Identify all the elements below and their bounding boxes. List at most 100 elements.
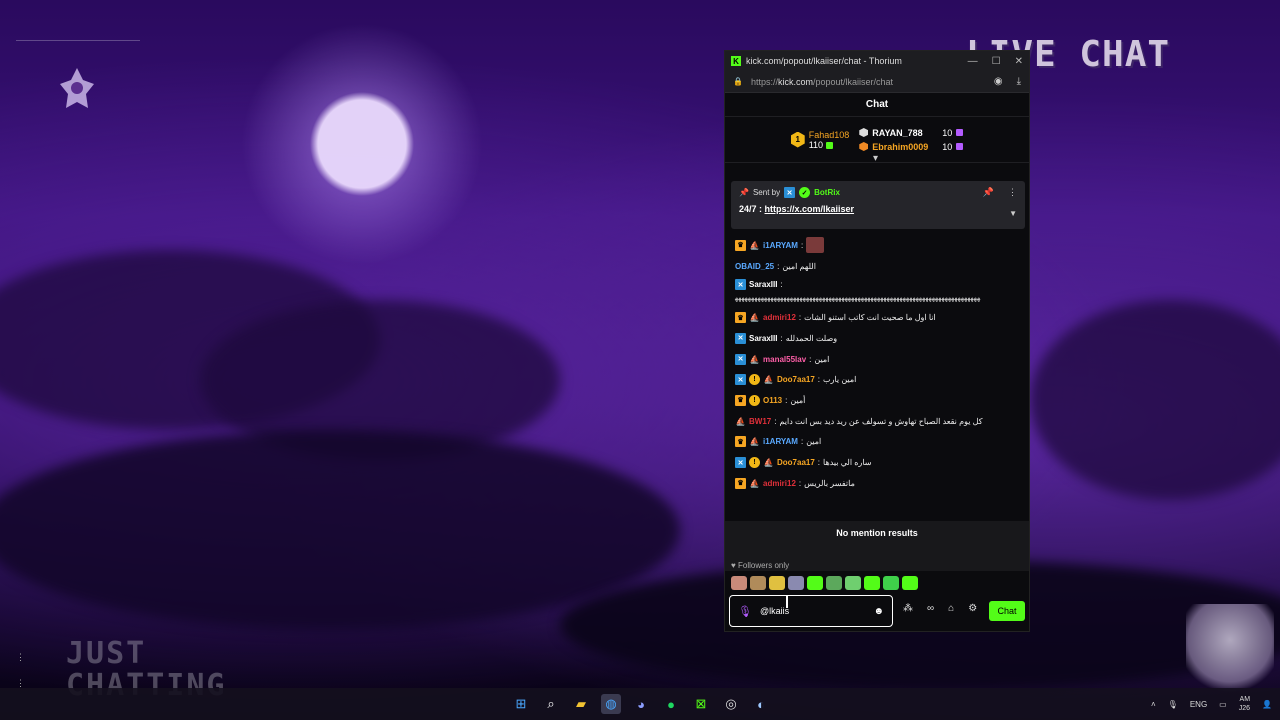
emote-icon[interactable] bbox=[788, 576, 804, 590]
microphone-icon[interactable]: 🎙 bbox=[738, 605, 752, 618]
ship-badge-icon: ⛵ bbox=[749, 354, 760, 364]
emote-icon[interactable] bbox=[807, 576, 823, 590]
chat-username[interactable]: i1ARYAM bbox=[763, 437, 798, 446]
chat-username[interactable]: O113 bbox=[763, 396, 782, 405]
steam-icon[interactable]: ◐ bbox=[751, 694, 771, 714]
sent-by-label: Sent by bbox=[752, 188, 781, 197]
chat-username[interactable]: admiri12 bbox=[763, 313, 796, 322]
cloud bbox=[0, 430, 680, 630]
emote-icon[interactable] bbox=[845, 576, 861, 590]
chat-message-text: أمين bbox=[790, 395, 806, 405]
streamer-avatar bbox=[1186, 604, 1274, 694]
download-icon[interactable]: ⤓ bbox=[1017, 76, 1021, 87]
kick-favicon-icon: K bbox=[731, 56, 741, 66]
clock[interactable]: AM J26 bbox=[1239, 695, 1250, 713]
emote-icon[interactable] bbox=[826, 576, 842, 590]
chat-username[interactable]: SaraxIII bbox=[749, 334, 777, 343]
chat-username[interactable]: BW17 bbox=[749, 417, 771, 426]
username-separator: : bbox=[817, 375, 821, 385]
emote-icon[interactable] bbox=[731, 576, 747, 590]
emote-icon[interactable] bbox=[750, 576, 766, 590]
leader-count: 110 bbox=[808, 139, 824, 150]
chat-username[interactable]: Doo7aa17 bbox=[777, 458, 815, 467]
unpin-icon[interactable]: 📌 bbox=[983, 187, 994, 198]
username-separator: : bbox=[800, 437, 804, 447]
lock-icon[interactable]: 🔒 bbox=[733, 77, 743, 86]
chat-message[interactable]: ✕! ⛵ Doo7aa17: امين يارب bbox=[725, 369, 1029, 390]
obs-icon[interactable]: ◎ bbox=[721, 694, 741, 714]
chat-message[interactable]: ♛ ⛵ i1ARYAM: امين bbox=[725, 432, 1029, 453]
followers-only-text: Followers only bbox=[737, 561, 790, 570]
language-indicator[interactable]: ENG bbox=[1190, 700, 1207, 709]
kick-badge-icon: ✕ bbox=[735, 353, 746, 365]
search-icon[interactable]: ⌕ bbox=[541, 694, 561, 714]
leaderboard-top[interactable]: 1 Fahad108 110 bbox=[790, 130, 849, 150]
send-chat-button[interactable]: Chat bbox=[989, 601, 1025, 621]
chat-username[interactable]: admiri12 bbox=[763, 479, 796, 488]
store-icon[interactable]: ⌂ bbox=[948, 603, 954, 614]
discord-icon[interactable]: ◕ bbox=[631, 694, 651, 714]
chat-message[interactable]: ✕! ⛵ Doo7aa17: ساره الي بيدها bbox=[725, 452, 1029, 473]
chat-message[interactable]: ♛! O113: أمين bbox=[725, 390, 1029, 411]
microphone-tray-icon[interactable]: 🎙 bbox=[1168, 700, 1178, 709]
chat-message[interactable]: ✕ SaraxIII: وصلت الحمدلله bbox=[725, 328, 1029, 349]
pinned-link[interactable]: https://x.com/lkaiiser bbox=[765, 204, 855, 214]
more-options-icon[interactable]: ⋮ bbox=[1008, 187, 1017, 198]
rank-hex-icon bbox=[859, 128, 869, 137]
display-icon[interactable]: ▭ bbox=[1219, 700, 1227, 709]
clock-time: AM bbox=[1239, 696, 1251, 703]
start-menu-icon[interactable]: ⊞ bbox=[511, 694, 531, 714]
sticker-image bbox=[806, 237, 825, 254]
chat-username[interactable]: Doo7aa17 bbox=[777, 375, 815, 384]
chat-message[interactable]: ⛵ BW17: كل يوم نقعد الصباح تهاوش و تسولف ع… bbox=[725, 411, 1029, 432]
leaderboard-row[interactable]: Ebrahim0009 10 bbox=[859, 140, 964, 154]
url-domain: kick.com bbox=[777, 76, 813, 87]
chat-message[interactable]: ♛ ⛵ i1ARYAM: bbox=[725, 235, 1029, 256]
maximize-icon[interactable]: ☐ bbox=[992, 56, 1001, 67]
crown-badge-icon: ♛ bbox=[735, 394, 746, 406]
leaderboard-row[interactable]: RAYAN_788 10 bbox=[859, 126, 964, 140]
address-bar[interactable]: 🔒 https://kick.com/popout/lkaiiser/chat … bbox=[725, 71, 1029, 93]
username-separator: : bbox=[780, 280, 783, 290]
category-line-1: JUST bbox=[66, 636, 147, 671]
emote-icon[interactable] bbox=[769, 576, 785, 590]
emote-icon[interactable] bbox=[883, 576, 899, 590]
chat-username[interactable]: OBAID_25 bbox=[735, 262, 774, 271]
chat-message[interactable]: ✕ ⛵ manal55lav: امين bbox=[725, 349, 1029, 370]
chat-username[interactable]: manal55lav bbox=[763, 355, 806, 364]
chat-message-text: اللهم امين bbox=[782, 261, 816, 271]
chat-message[interactable]: ♛ ⛵ admiri12: ماتفسر بالريس bbox=[725, 473, 1029, 494]
emote-icon[interactable] bbox=[864, 576, 880, 590]
minimize-icon[interactable]: — bbox=[968, 56, 978, 67]
xbox-icon[interactable]: ⊠ bbox=[691, 694, 711, 714]
close-icon[interactable]: ✕ bbox=[1015, 56, 1023, 67]
spotify-icon[interactable]: ● bbox=[661, 694, 681, 714]
chat-message[interactable]: ♛ ⛵ admiri12: انا اول ما صحيت انت كاتب استن… bbox=[725, 307, 1029, 328]
rank-medal-icon: 1 bbox=[790, 131, 805, 148]
infinity-icon[interactable]: ∞ bbox=[927, 603, 934, 614]
chat-username[interactable]: SaraxIII bbox=[749, 280, 777, 289]
collapse-icon[interactable]: ▾ bbox=[873, 153, 878, 164]
bot-name[interactable]: BotRix bbox=[814, 188, 840, 197]
gift-icon bbox=[956, 129, 964, 136]
ship-badge-icon: ⛵ bbox=[763, 458, 774, 468]
chat-message[interactable]: ✕ SaraxIII: ﻬﻬﻬﻬﻬﻬﻬﻬﻬﻬﻬﻬﻬﻬﻬﻬﻬﻬﻬﻬﻬﻬﻬﻬﻬﻬﻬﻬﻬﻬ… bbox=[725, 276, 1029, 307]
emoji-icon[interactable]: ☻ bbox=[873, 606, 884, 617]
chat-username[interactable]: i1ARYAM bbox=[763, 241, 798, 250]
file-explorer-icon[interactable]: ▰ bbox=[571, 694, 591, 714]
eye-off-icon[interactable]: ◉ bbox=[994, 76, 1003, 87]
chevron-up-icon[interactable]: ˄ bbox=[1151, 700, 1156, 709]
chat-input-box[interactable]: 🎙 ☻ bbox=[729, 595, 893, 627]
chat-message-list[interactable]: ♛ ⛵ i1ARYAM: OBAID_25: اللهم امين ✕ SaraxIII: ﻬ… bbox=[725, 235, 1029, 519]
chevron-down-icon[interactable]: ▼ bbox=[1009, 209, 1017, 218]
notifications-icon[interactable]: 👤 bbox=[1262, 700, 1272, 709]
bits-icon[interactable]: ⁂ bbox=[903, 603, 913, 614]
verified-icon: ✓ bbox=[799, 187, 811, 198]
emote-icon[interactable] bbox=[902, 576, 918, 590]
kick-badge-icon: ✕ bbox=[735, 279, 746, 291]
browser-icon[interactable]: ◍ bbox=[601, 694, 621, 714]
settings-gear-icon[interactable]: ⚙ bbox=[968, 603, 977, 614]
chat-message[interactable]: OBAID_25: اللهم امين bbox=[725, 256, 1029, 277]
crown-badge-icon: ♛ bbox=[735, 477, 746, 489]
chat-input[interactable] bbox=[759, 606, 860, 616]
